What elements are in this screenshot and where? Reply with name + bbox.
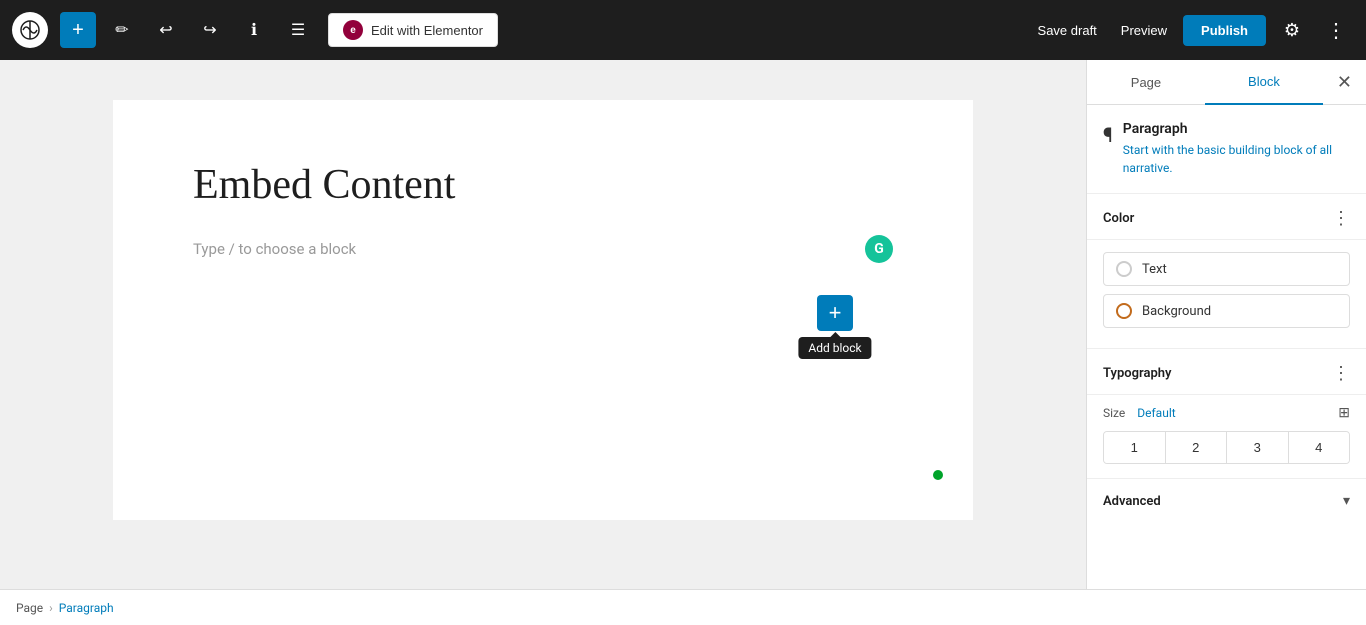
tab-block[interactable]: Block [1205, 60, 1323, 105]
edit-pen-button[interactable]: ✏ [104, 12, 140, 48]
elementor-btn-label: Edit with Elementor [371, 23, 483, 38]
typography-section-header: Typography ⋮ [1087, 349, 1366, 395]
page-title: Embed Content [193, 160, 893, 210]
block-placeholder[interactable]: Type / to choose a block [193, 240, 893, 258]
color-text-option[interactable]: Text [1103, 252, 1350, 286]
typography-section: Typography ⋮ Size Default ⊞ 1 2 3 4 [1087, 349, 1366, 479]
typography-section-menu-button[interactable]: ⋮ [1332, 363, 1350, 384]
size-btn-2[interactable]: 2 [1166, 432, 1228, 463]
panel-tabs: Page Block ✕ [1087, 60, 1366, 105]
color-background-radio[interactable] [1116, 303, 1132, 319]
color-options: Text Background [1087, 240, 1366, 349]
size-filter-icon[interactable]: ⊞ [1338, 405, 1350, 421]
size-btn-3[interactable]: 3 [1227, 432, 1289, 463]
editor-area: Embed Content Type / to choose a block G… [0, 60, 1086, 589]
breadcrumb-page[interactable]: Page [16, 601, 43, 615]
advanced-section-header[interactable]: Advanced ▾ [1087, 479, 1366, 523]
typography-section-title: Typography [1103, 366, 1172, 381]
chevron-down-icon: ▾ [1343, 493, 1350, 509]
green-status-dot [933, 470, 943, 480]
breadcrumb-current[interactable]: Paragraph [59, 601, 114, 615]
undo-button[interactable]: ↩ [148, 12, 184, 48]
color-text-radio[interactable] [1116, 261, 1132, 277]
size-row: Size Default ⊞ [1087, 395, 1366, 431]
size-btn-1[interactable]: 1 [1104, 432, 1166, 463]
info-button[interactable]: ℹ [236, 12, 272, 48]
add-block-tooltip: Add block [798, 337, 871, 359]
color-background-option[interactable]: Background [1103, 294, 1350, 328]
more-options-button[interactable]: ⋮ [1318, 12, 1354, 48]
color-background-label: Background [1142, 304, 1211, 319]
color-section-title: Color [1103, 211, 1134, 226]
paragraph-icon: ¶ [1103, 123, 1113, 147]
close-panel-button[interactable]: ✕ [1323, 60, 1366, 104]
paragraph-section: ¶ Paragraph Start with the basic buildin… [1087, 105, 1366, 194]
size-buttons-group: 1 2 3 4 [1103, 431, 1350, 464]
color-text-label: Text [1142, 262, 1167, 277]
paragraph-info: Paragraph Start with the basic building … [1123, 121, 1350, 177]
tab-page[interactable]: Page [1087, 60, 1205, 104]
size-label: Size [1103, 406, 1125, 420]
right-panel: Page Block ✕ ¶ Paragraph Start with the … [1086, 60, 1366, 589]
size-btn-4[interactable]: 4 [1289, 432, 1350, 463]
toolbar-right-actions: Save draft Preview Publish ⚙ ⋮ [1030, 12, 1354, 48]
paragraph-description: Start with the basic building block of a… [1123, 141, 1350, 177]
save-draft-button[interactable]: Save draft [1030, 17, 1105, 44]
paragraph-desc-text: Start with the basic building block of [1123, 143, 1317, 157]
list-view-button[interactable]: ☰ [280, 12, 316, 48]
main-area: Embed Content Type / to choose a block G… [0, 60, 1366, 589]
edit-with-elementor-button[interactable]: e Edit with Elementor [328, 13, 498, 47]
grammarly-icon: G [865, 235, 893, 263]
page-canvas: Embed Content Type / to choose a block G… [113, 100, 973, 520]
breadcrumb-separator: › [49, 601, 53, 615]
add-block-area: + Add block [817, 295, 853, 331]
color-section-header: Color ⋮ [1087, 194, 1366, 240]
advanced-section: Advanced ▾ [1087, 479, 1366, 523]
paragraph-title: Paragraph [1123, 121, 1350, 137]
wp-logo[interactable] [12, 12, 48, 48]
advanced-section-title: Advanced [1103, 494, 1161, 509]
add-block-icon: + [829, 302, 842, 324]
settings-button[interactable]: ⚙ [1274, 12, 1310, 48]
color-section-menu-button[interactable]: ⋮ [1332, 208, 1350, 229]
elementor-logo-icon: e [343, 20, 363, 40]
add-block-toolbar-button[interactable]: + [60, 12, 96, 48]
preview-button[interactable]: Preview [1113, 17, 1175, 44]
add-block-button[interactable]: + [817, 295, 853, 331]
top-toolbar: + ✏ ↩ ↪ ℹ ☰ e Edit with Elementor Save d… [0, 0, 1366, 60]
size-default-value: Default [1137, 406, 1175, 420]
breadcrumb-bar: Page › Paragraph [0, 589, 1366, 625]
redo-button[interactable]: ↪ [192, 12, 228, 48]
publish-button[interactable]: Publish [1183, 15, 1266, 46]
